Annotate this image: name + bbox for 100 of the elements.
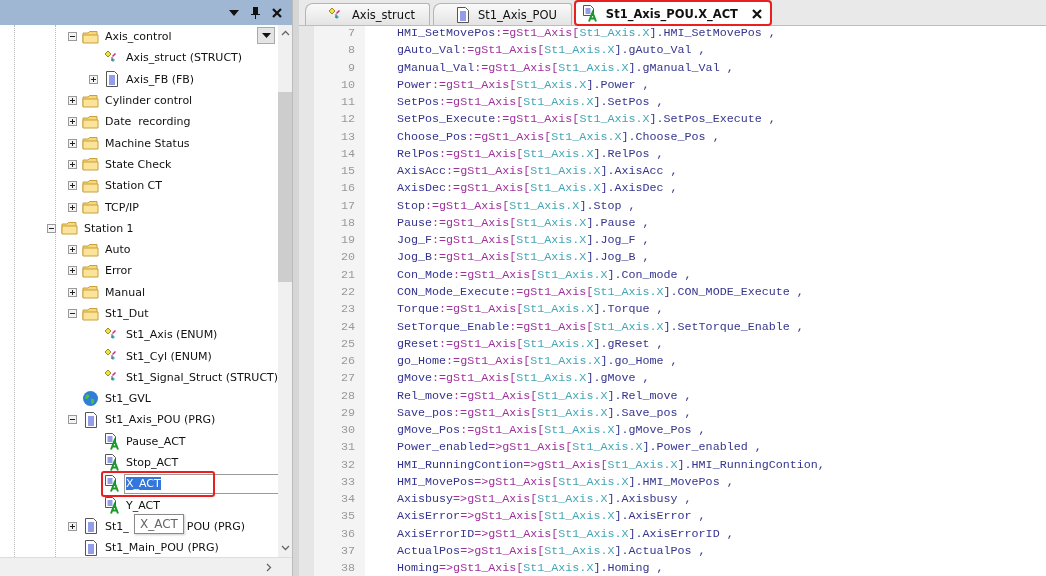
tree-item[interactable]: Machine Status [105,136,190,150]
line-number: 37 [339,543,356,560]
expand-icon[interactable] [68,138,77,148]
expand-icon[interactable] [68,96,77,106]
scroll-right-icon[interactable] [266,562,272,572]
code-line: HMI_MovePos=>gSt1_Axis[St1_Axis.X].HMI_MovePos , [397,474,735,491]
line-number: 7 [347,26,356,42]
code-line: Save_pos:=gSt1_Axis[St1_Axis.X].Save_pos , [397,405,693,422]
tree-item[interactable]: Error [105,264,132,278]
code-line: gMove:=gSt1_Axis[St1_Axis.X].gMove , [397,371,651,388]
document-icon [83,412,98,428]
line-number: 12 [339,112,356,129]
code-line: AxisDec:=gSt1_Axis[St1_Axis.X].AxisDec , [397,181,679,198]
tree-item[interactable]: St1_Dut [105,307,149,320]
code-line: AxisAcc:=gSt1_Axis[St1_Axis.X].AxisAcc , [397,164,679,181]
editor-tab[interactable]: St1_Axis_POU [432,3,572,25]
line-number: 25 [339,336,356,353]
tree-item[interactable]: Station CT [105,179,162,193]
expand-icon[interactable] [68,159,77,169]
collapse-icon[interactable] [68,32,77,42]
folder-icon [82,29,99,44]
tree-item[interactable]: St1_GVL [105,392,151,406]
tree-item[interactable]: St1_Signal_Struct (STRUCT) [126,370,278,384]
tree-item[interactable]: Pause_ACT [126,434,186,448]
editor-tab[interactable]: St1_Axis_POU.X_ACT [574,1,771,25]
tree-item[interactable]: Auto [105,243,131,257]
document-icon [83,518,98,535]
expand-icon[interactable] [68,202,77,212]
expand-icon[interactable] [68,245,77,255]
line-number: 27 [339,371,356,388]
code-line: gManual_Val:=gSt1_Axis[St1_Axis.X].gManual_Val , [397,60,735,77]
folder-icon [82,93,99,108]
tree-item[interactable]: Manual [105,285,145,299]
code-line: AxisErrorID=>gSt1_Axis[St1_Axis.X].AxisErrorID , [397,526,735,543]
code-line: Jog_B:=gSt1_Axis[St1_Axis.X].Jog_B , [397,250,651,267]
expand-icon[interactable] [68,117,77,127]
line-number: 23 [339,302,356,319]
tree-item[interactable]: POU (PRG) [186,519,246,533]
tree-item[interactable]: St1_Axis (ENUM) [126,328,218,342]
tree-item[interactable]: St1_Axis_POU (PRG) [105,413,216,427]
globe-icon [82,390,99,408]
collapse-icon[interactable] [68,415,77,425]
code-line: go_Home:=gSt1_Axis[St1_Axis.X].go_Home , [397,354,679,371]
line-number: 24 [339,319,356,336]
tree-item[interactable]: St1_Cyl (ENUM) [126,349,212,363]
combo-button[interactable] [257,27,275,44]
line-number: 11 [339,95,356,112]
code-line: gReset:=gSt1_Axis[St1_Axis.X].gReset , [397,336,665,353]
close-icon[interactable] [272,7,282,18]
tree-item[interactable]: Axis_struct (STRUCT) [126,51,243,65]
folder-icon [82,178,99,193]
code-line: RelPos:=gSt1_Axis[St1_Axis.X].RelPos , [397,146,665,163]
line-number: 15 [339,164,356,181]
pin-icon[interactable] [251,6,260,19]
line-number: 18 [339,215,356,232]
tree-item[interactable]: Cylinder control [105,94,193,108]
folder-icon [82,306,99,321]
close-icon[interactable] [751,8,762,19]
line-number: 29 [339,405,356,422]
expand-icon[interactable] [68,287,77,297]
code-line: Pause:=gSt1_Axis[St1_Axis.X].Pause , [397,215,651,232]
line-number: 13 [339,129,356,146]
line-number: 31 [339,440,356,457]
horizontal-scrollbar[interactable] [0,557,292,576]
line-number: 22 [339,285,356,301]
code-line: Con_Mode:=gSt1_Axis[St1_Axis.X].Con_mode , [397,267,693,284]
tree-item[interactable]: State Check [105,157,172,171]
editor-tab[interactable]: Axis_struct [305,3,430,25]
line-number: 38 [339,561,356,576]
code-line: HMI_RunningContion=>gSt1_Axis[St1_Axis.X].HMI_RunningContion, [397,457,826,474]
tree-item[interactable]: TCP/IP [105,200,139,214]
tree-item[interactable]: St1_Main_POU (PRG) [105,541,219,555]
line-number: 35 [339,509,356,526]
code-line: gMove_Pos:=gSt1_Axis[St1_Axis.X].gMove_Pos , [397,423,707,440]
expand-icon[interactable] [89,74,98,84]
code-line: Homing=>gSt1_Axis[St1_Axis.X].Homing , [397,561,665,576]
tree-item[interactable]: Axis_FB (FB) [126,72,195,86]
tree-item[interactable]: Y_ACT [126,498,160,512]
tree-item[interactable]: St1_ [105,519,129,533]
expand-icon[interactable] [68,181,77,191]
collapse-icon[interactable] [68,309,77,318]
rename-field[interactable]: X_ACT [124,473,278,494]
tree-item[interactable]: Stop_ACT [126,456,179,470]
line-number: 10 [339,77,356,94]
folder-icon [82,136,99,151]
tooltip: X_ACT [134,514,184,534]
scrollbar[interactable] [278,25,292,557]
folder-icon [82,114,99,129]
expand-icon[interactable] [68,521,77,531]
tree-item[interactable]: Axis_control [105,30,172,44]
scroll-down-icon[interactable] [280,545,290,551]
expand-icon[interactable] [68,266,77,276]
collapse-icon[interactable] [47,223,56,233]
code-line: Stop:=gSt1_Axis[St1_Axis.X].Stop , [397,198,637,215]
dropdown-icon[interactable] [229,9,239,16]
scroll-up-icon[interactable] [280,30,290,36]
action-icon [103,475,120,493]
tree-item[interactable]: Date recording [105,115,191,129]
code-line: HMI_SetMovePos:=gSt1_Axis[St1_Axis.X].HMI_SetMovePos , [397,26,777,42]
tree-item[interactable]: Station 1 [84,221,134,235]
